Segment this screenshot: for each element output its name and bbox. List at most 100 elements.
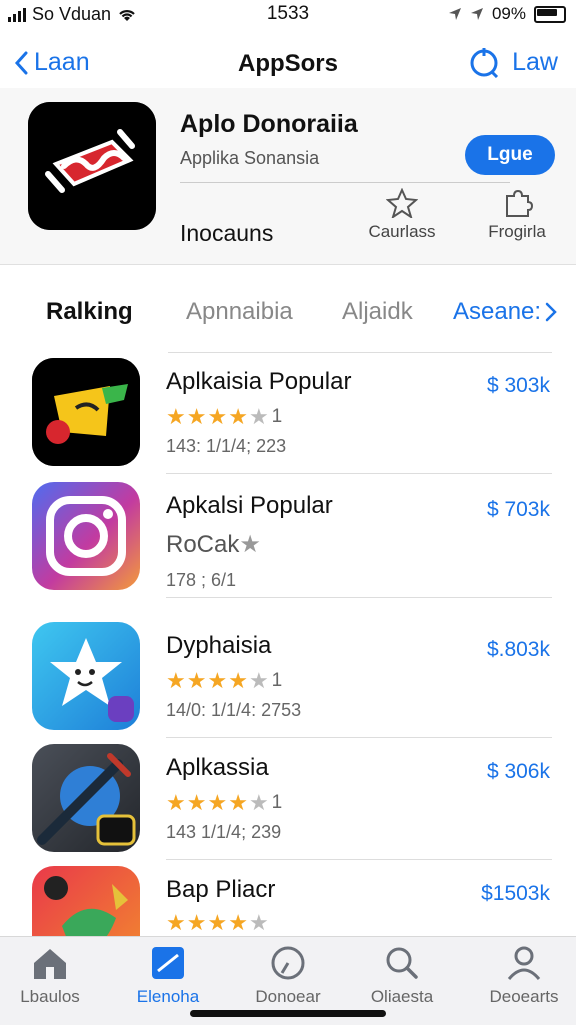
app-meta: 14/0: 1/1/4: 2753: [166, 700, 302, 720]
tab-bar-label: Deoearts: [489, 987, 559, 1006]
star-icon: ★: [207, 910, 228, 935]
tab-bar-item-clock[interactable]: Donoear: [238, 945, 338, 1007]
app-name: Aplo Donoraiia: [180, 110, 358, 138]
app-icon[interactable]: [28, 102, 156, 230]
app-category: Inocauns: [180, 220, 274, 246]
star-icon: ★: [248, 668, 269, 693]
star-icon: ★: [207, 790, 228, 815]
rating-stars: ★ ★ ★ ★ ★ 1: [166, 668, 282, 694]
navigation-bar: Laan AppSors Law: [0, 40, 576, 90]
star-icon: ★: [239, 531, 261, 558]
star-icon: ★: [166, 404, 186, 429]
star-icon: ★: [228, 404, 248, 429]
tab-bar-label: Donoear: [255, 987, 321, 1006]
location-icon: [470, 8, 483, 20]
price-button[interactable]: $1503k: [481, 882, 550, 906]
star-icon: ★: [186, 910, 207, 935]
knife-icon: [32, 744, 140, 852]
nav-action-button[interactable]: Law: [468, 46, 558, 78]
location-icon: [448, 8, 461, 20]
tab-apps[interactable]: Apnnaibia: [186, 298, 293, 326]
star-icon: ★: [186, 790, 207, 815]
star-icon: ★: [248, 790, 269, 815]
star-icon: ★: [228, 668, 248, 693]
tab-bar-item-home[interactable]: Lbaulos: [0, 945, 100, 1007]
puzzle-icon: [506, 189, 533, 217]
row-divider: [166, 737, 552, 738]
header-action-extension[interactable]: Frogirla: [472, 188, 562, 242]
status-bar: So Vduan 1533 09%: [0, 0, 576, 30]
rating-count: 1: [271, 406, 283, 427]
tab-bar-item-search[interactable]: Oliaesta: [352, 945, 452, 1007]
nav-action-label: Law: [512, 47, 558, 76]
app-name: Aplkassia: [166, 754, 269, 781]
rating-stars: ★ ★ ★ ★ ★: [166, 910, 270, 936]
list-item[interactable]: Aplkaisia Popular ★ ★ ★ ★ ★ 1 143: 1/1/4; 22…: [0, 354, 576, 474]
star-icon: ★: [248, 404, 269, 429]
app-meta: 143 1/1/4; 239: [166, 822, 282, 842]
app-subtitle: RoCak★: [166, 530, 261, 559]
price-button[interactable]: $ 303k: [487, 374, 550, 398]
rating-stars: ★ ★ ★ ★ ★ 1: [166, 790, 282, 816]
app-name: Dyphaisia: [166, 632, 272, 659]
list-item[interactable]: Aplkassia ★ ★ ★ ★ ★ 1 143 1/1/4; 239 $ 306k: [0, 740, 576, 860]
person-icon: [507, 946, 541, 980]
star-icon: ★: [186, 668, 207, 693]
tabs-divider: [168, 352, 552, 353]
list-item[interactable]: Apkalsi Popular RoCak★ 178 ; 6/1 $ 703k: [0, 478, 576, 598]
header-action-favorite[interactable]: Caurlass: [357, 188, 447, 242]
price-button[interactable]: $ 306k: [487, 760, 550, 784]
row-divider: [166, 597, 552, 598]
row-divider: [166, 473, 552, 474]
tab-bar-item-profile[interactable]: Deoearts: [474, 945, 574, 1007]
app-header: Aplo Donoraiia Applika Sonansia Lgue Ino…: [0, 88, 576, 265]
star-icon: ★: [207, 404, 228, 429]
app-name: Apkalsi Popular: [166, 492, 333, 519]
house-icon: [34, 949, 66, 979]
star-icon: ★: [248, 910, 269, 935]
price-button[interactable]: $ 703k: [487, 498, 550, 522]
segment-tabs: Ralking Apnnaibia Aljaidk Aseane:: [0, 292, 576, 336]
list-item[interactable]: Dyphaisia ★ ★ ★ ★ ★ 1 14/0: 1/1/4: 2753 $.80…: [0, 618, 576, 738]
tab-bar-label: Elenoha: [136, 987, 200, 1006]
rating-count: 1: [271, 792, 283, 813]
star-outline-icon: [386, 188, 418, 218]
note-icon: [152, 947, 184, 979]
star-creature-icon: [32, 622, 140, 730]
app-subtitle-text: RoCak: [166, 531, 240, 558]
app-subtitle: Applika Sonansia: [180, 148, 320, 168]
app-meta: 178 ; 6/1: [166, 570, 237, 590]
header-action-label: Frogirla: [488, 222, 546, 241]
star-icon: ★: [166, 910, 186, 935]
header-action-label: Caurlass: [368, 222, 436, 241]
tab-games[interactable]: Aljaidk: [342, 298, 413, 326]
rating-count: 1: [271, 670, 283, 691]
star-icon: ★: [207, 668, 228, 693]
home-indicator[interactable]: [190, 1010, 386, 1017]
price-button[interactable]: $.803k: [487, 638, 550, 662]
tab-see-all-label: Aseane:: [453, 298, 542, 325]
app-meta: 143: 1/1/4; 223: [166, 436, 287, 456]
star-icon: ★: [166, 790, 186, 815]
refresh-icon: [470, 48, 499, 78]
banana-icon: [32, 358, 140, 466]
star-icon: ★: [166, 668, 186, 693]
app-logo-icon: [28, 102, 156, 230]
tab-ranking[interactable]: Ralking: [46, 298, 133, 326]
app-name: Aplkaisia Popular: [166, 368, 352, 395]
get-button[interactable]: Lgue: [465, 135, 555, 175]
status-right: 09%: [448, 4, 566, 24]
clock-icon: [271, 946, 305, 980]
rating-stars: ★ ★ ★ ★ ★ 1: [166, 404, 282, 430]
battery-percent: 09%: [491, 4, 526, 23]
star-icon: ★: [186, 404, 207, 429]
row-divider: [166, 859, 552, 860]
tab-see-all[interactable]: Aseane:: [453, 298, 557, 326]
tab-bar-label: Lbaulos: [20, 987, 80, 1006]
app-name: Bap Pliacr: [166, 876, 276, 903]
search-icon: [386, 947, 418, 979]
tab-bar-item-notes[interactable]: Elenoha: [118, 945, 218, 1007]
header-divider: [180, 182, 510, 183]
camera-icon: [32, 482, 140, 590]
chevron-right-icon: [545, 302, 557, 322]
